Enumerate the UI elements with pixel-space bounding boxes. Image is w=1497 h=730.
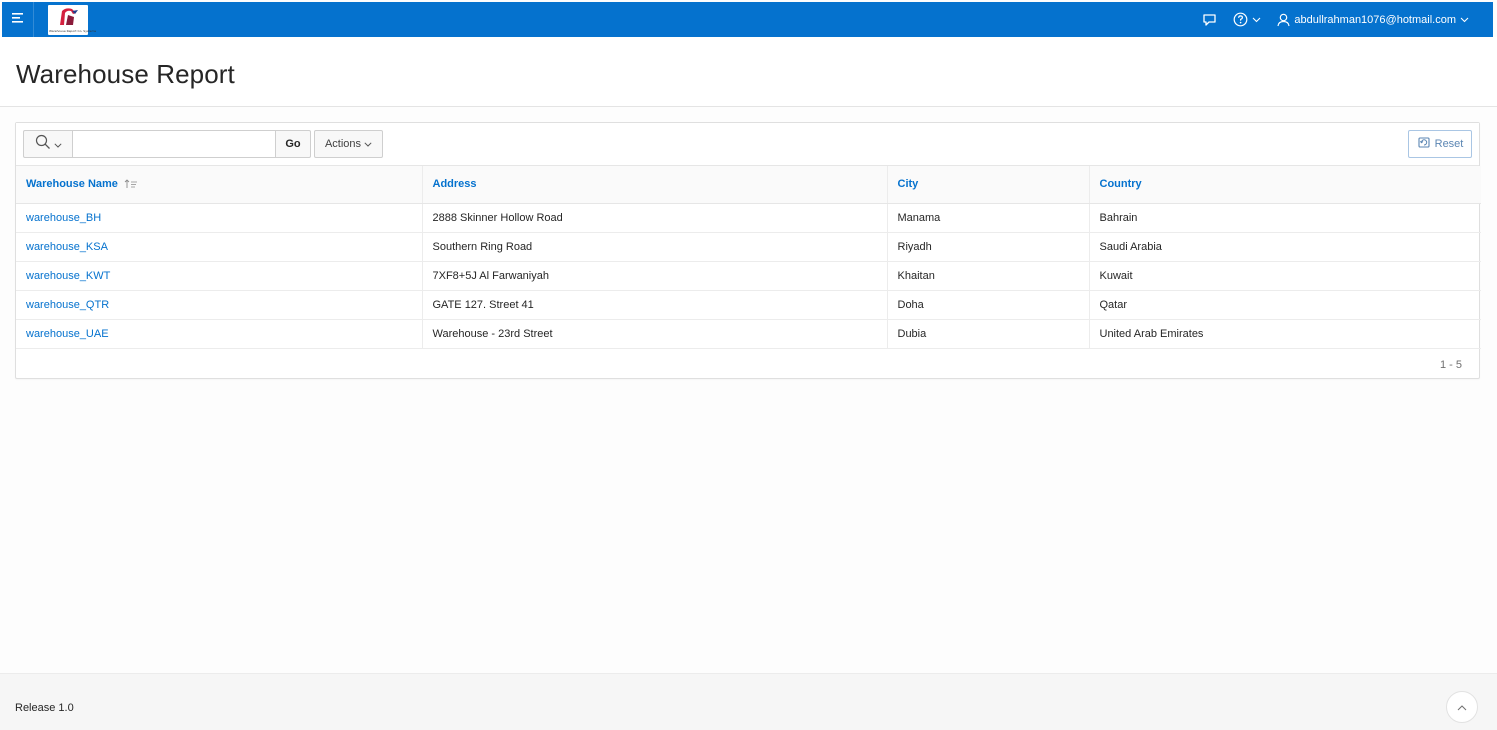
page-title: Warehouse Report bbox=[16, 59, 235, 89]
reset-icon bbox=[1417, 136, 1431, 152]
pagination: 1 - 5 bbox=[16, 349, 1479, 381]
table-row: warehouse_QTR GATE 127. Street 41 Doha Q… bbox=[16, 290, 1481, 320]
table-row: warehouse_KWT 7XF8+5J Al Farwaniyah Khai… bbox=[16, 261, 1481, 291]
chevron-down-icon bbox=[364, 138, 372, 150]
user-name: abdullrahman1076@hotmail.com bbox=[1294, 13, 1456, 26]
table-row: warehouse_UAE Warehouse - 23rd Street Du… bbox=[16, 319, 1481, 349]
warehouse-link[interactable]: warehouse_KWT bbox=[26, 270, 110, 282]
table-row: warehouse_KSA Southern Ring Road Riyadh … bbox=[16, 232, 1481, 262]
search-group: Go Actions bbox=[23, 130, 383, 158]
chat-bubble-icon bbox=[1202, 13, 1217, 27]
user-icon bbox=[1277, 13, 1291, 27]
table-row: warehouse_BH 2888 Skinner Hollow Road Ma… bbox=[16, 203, 1481, 233]
cell-warehouse-name: warehouse_UAE bbox=[16, 319, 423, 349]
warehouse-link[interactable]: warehouse_KSA bbox=[26, 241, 108, 253]
cell-country: Saudi Arabia bbox=[1089, 232, 1481, 262]
pagination-range: 1 - 5 bbox=[1439, 358, 1462, 371]
cell-address: 2888 Skinner Hollow Road bbox=[422, 203, 888, 233]
cell-address: GATE 127. Street 41 bbox=[422, 290, 888, 320]
help-menu-button[interactable] bbox=[1225, 2, 1269, 37]
chevron-up-icon bbox=[1457, 698, 1467, 716]
user-menu-button[interactable]: abdullrahman1076@hotmail.com bbox=[1269, 2, 1477, 37]
chevron-down-icon bbox=[53, 135, 62, 153]
actions-menu-button[interactable]: Actions bbox=[314, 130, 383, 158]
cell-country: United Arab Emirates bbox=[1089, 319, 1481, 349]
page-footer: Release 1.0 bbox=[0, 673, 1497, 730]
cell-city: Khaitan bbox=[887, 261, 1090, 291]
search-input[interactable] bbox=[72, 130, 276, 158]
feedback-button[interactable] bbox=[1194, 2, 1225, 37]
cell-warehouse-name: warehouse_QTR bbox=[16, 290, 423, 320]
help-circle-icon bbox=[1233, 12, 1248, 27]
reset-button[interactable]: Reset bbox=[1408, 130, 1472, 158]
report-table: Warehouse Name Address City Country ware… bbox=[16, 166, 1481, 349]
release-version: Release 1.0 bbox=[15, 702, 74, 714]
header-actions: abdullrahman1076@hotmail.com bbox=[1194, 2, 1493, 37]
reset-label: Reset bbox=[1434, 138, 1464, 150]
logo-emblem-icon bbox=[60, 7, 78, 25]
cell-city: Riyadh bbox=[887, 232, 1090, 262]
warehouse-link[interactable]: warehouse_QTR bbox=[26, 299, 109, 311]
title-region: Warehouse Report bbox=[0, 37, 1497, 107]
cell-warehouse-name: warehouse_BH bbox=[16, 203, 423, 233]
logo-text: Warehouse Report Co. Systems bbox=[49, 28, 97, 33]
app-logo[interactable]: Warehouse Report Co. Systems bbox=[48, 4, 96, 35]
column-header-address[interactable]: Address bbox=[422, 166, 888, 204]
warehouse-link[interactable]: warehouse_BH bbox=[26, 212, 101, 224]
top-navigation-bar: Warehouse Report Co. Systems abdullrahma… bbox=[2, 2, 1493, 37]
cell-city: Dubia bbox=[887, 319, 1090, 349]
cell-country: Qatar bbox=[1089, 290, 1481, 320]
cell-city: Manama bbox=[887, 203, 1090, 233]
warehouse-link[interactable]: warehouse_UAE bbox=[26, 328, 109, 340]
chevron-down-icon bbox=[1252, 17, 1261, 23]
cell-warehouse-name: warehouse_KSA bbox=[16, 232, 423, 262]
menu-toggle-button[interactable] bbox=[2, 2, 34, 37]
table-header-row: Warehouse Name Address City Country bbox=[16, 166, 1481, 204]
search-icon bbox=[35, 134, 51, 155]
search-column-button[interactable] bbox=[23, 130, 72, 158]
menu-icon bbox=[11, 11, 25, 29]
column-header-warehouse-name[interactable]: Warehouse Name bbox=[16, 166, 423, 204]
cell-address: Southern Ring Road bbox=[422, 232, 888, 262]
cell-city: Doha bbox=[887, 290, 1090, 320]
report-toolbar: Go Actions Reset bbox=[16, 123, 1479, 166]
go-button[interactable]: Go bbox=[276, 130, 311, 158]
cell-address: 7XF8+5J Al Farwaniyah bbox=[422, 261, 888, 291]
actions-label: Actions bbox=[324, 138, 362, 150]
cell-address: Warehouse - 23rd Street bbox=[422, 319, 888, 349]
column-header-city[interactable]: City bbox=[887, 166, 1090, 204]
cell-warehouse-name: warehouse_KWT bbox=[16, 261, 423, 291]
sort-ascending-icon bbox=[124, 179, 138, 189]
cell-country: Kuwait bbox=[1089, 261, 1481, 291]
scroll-to-top-button[interactable] bbox=[1446, 691, 1478, 723]
cell-country: Bahrain bbox=[1089, 203, 1481, 233]
interactive-report: Go Actions Reset Warehouse Name Address … bbox=[15, 122, 1481, 381]
column-header-country[interactable]: Country bbox=[1089, 166, 1481, 204]
chevron-down-icon bbox=[1460, 17, 1469, 23]
